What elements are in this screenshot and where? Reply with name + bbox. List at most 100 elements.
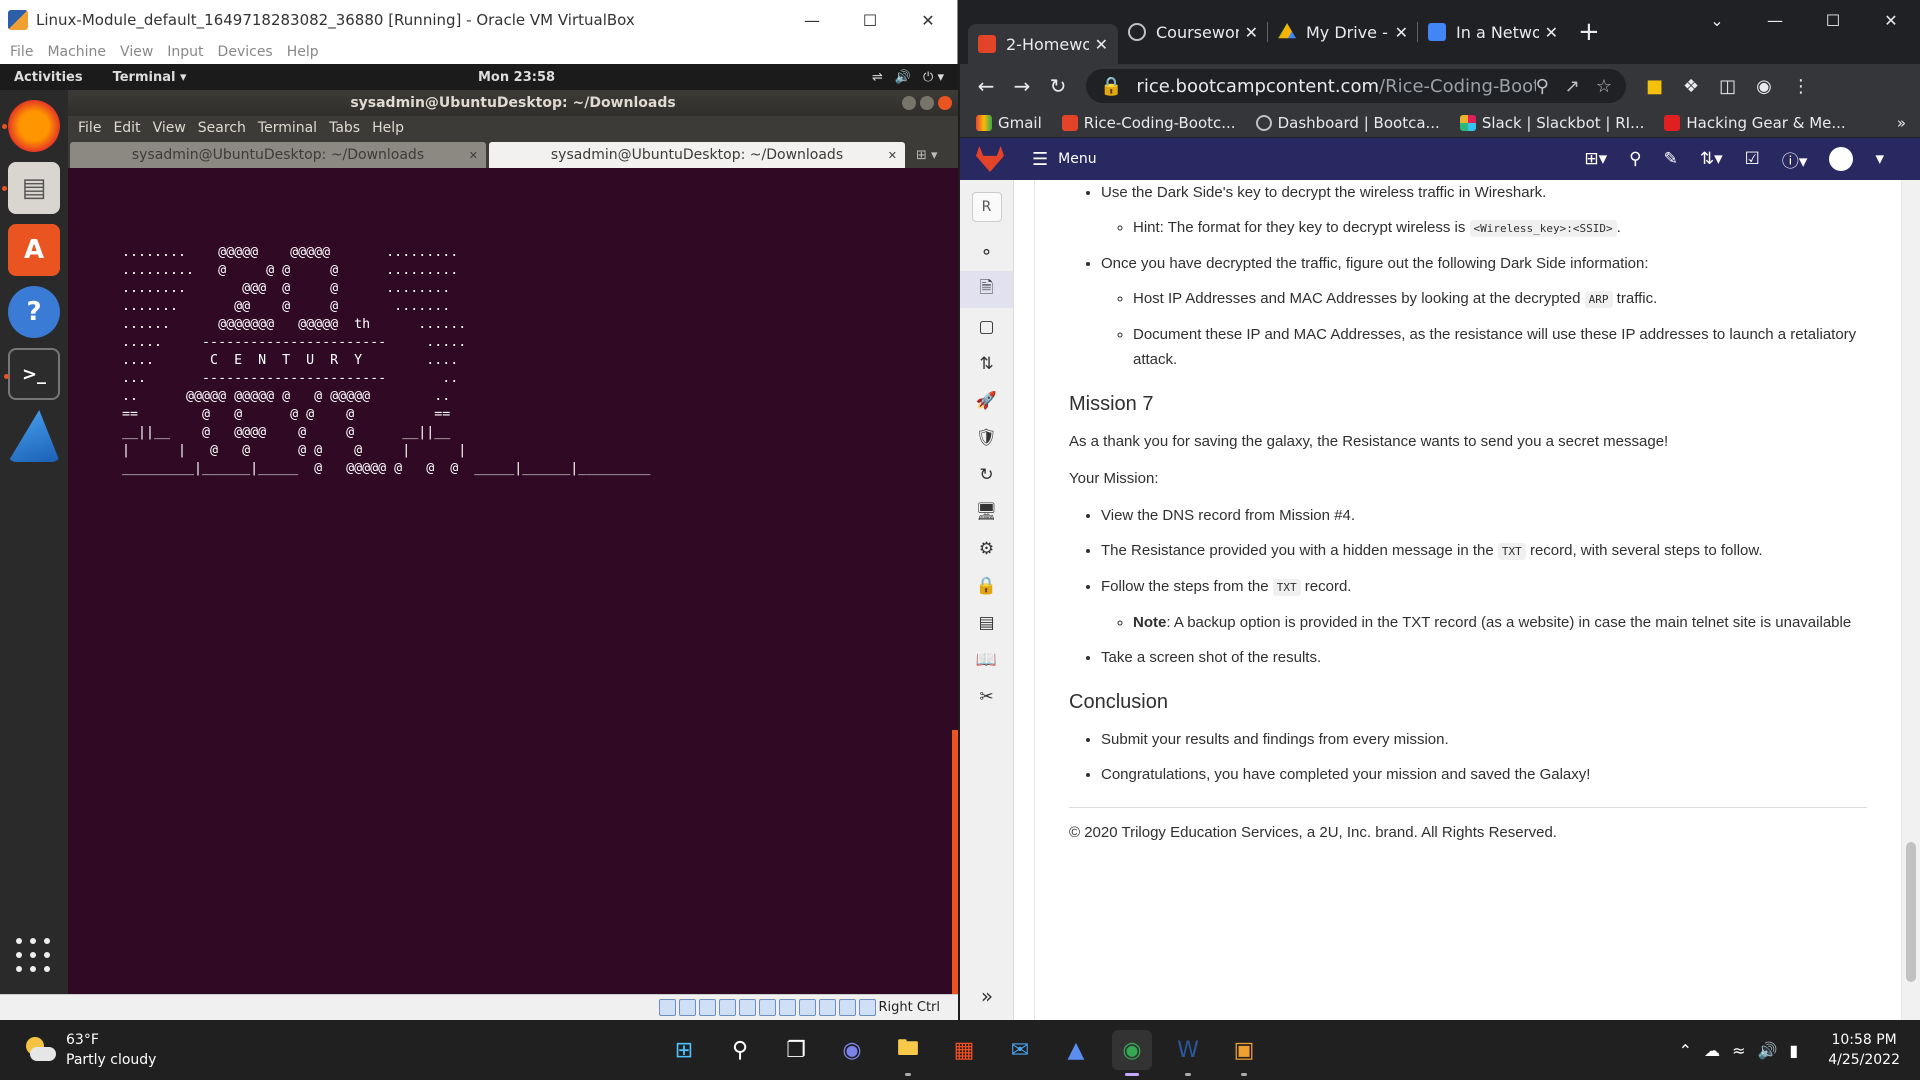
wifi-icon[interactable]: ≈ <box>1732 1041 1745 1060</box>
terminal-maximize-button[interactable] <box>920 96 934 110</box>
menu-view[interactable]: View <box>114 44 159 60</box>
activities-button[interactable]: Activities <box>0 70 97 85</box>
side-panel-icon[interactable]: ◫ <box>1719 76 1736 97</box>
task-view-icon[interactable]: ❐ <box>776 1030 816 1070</box>
browser-tab-active[interactable]: 2-Homewo ✕ <box>968 24 1118 64</box>
bookmark-slack[interactable]: Slack | Slackbot | RI... <box>1459 114 1644 132</box>
terminal-menu-view[interactable]: View <box>147 120 192 136</box>
gnome-system-tray[interactable]: ⇌ 🔊 ⏻ ▾ <box>872 70 944 85</box>
tab-search-icon[interactable]: ⌄ <box>1688 0 1746 40</box>
help-icon[interactable]: ? <box>8 286 60 338</box>
software-center-icon[interactable]: A <box>8 224 60 276</box>
terminal-icon[interactable]: >_ <box>4 348 60 400</box>
terminal-menu-search[interactable]: Search <box>192 120 252 136</box>
terminal-menu-tabs[interactable]: Tabs <box>323 120 366 136</box>
scrollbar-thumb[interactable] <box>1906 842 1916 982</box>
bookmark-gmail[interactable]: Gmail <box>976 114 1042 132</box>
file-explorer-icon[interactable]: 🖿 <box>888 1030 928 1076</box>
browser-tab[interactable]: In a Netwo ✕ <box>1418 12 1568 52</box>
help-icon[interactable]: ⓘ▾ <box>1782 147 1808 172</box>
show-hidden-icons-icon[interactable]: ⌃ <box>1679 1041 1692 1060</box>
files-icon[interactable]: ▤ <box>2 162 60 214</box>
hard-disk-icon[interactable] <box>658 999 676 1016</box>
terminal-tab-active[interactable]: sysadmin@UbuntuDesktop: ~/Downloads ✕ <box>489 142 905 168</box>
menu-devices[interactable]: Devices <box>212 44 279 60</box>
menu-input[interactable]: Input <box>161 44 209 60</box>
app-menu-terminal[interactable]: Terminal ▾ <box>97 70 203 85</box>
zoom-icon[interactable]: ⚲ <box>1536 76 1549 97</box>
terminal-menu-terminal[interactable]: Terminal <box>252 120 323 136</box>
issues-icon[interactable]: ✎ <box>1664 149 1678 169</box>
maximize-button[interactable]: ☐ <box>841 0 899 40</box>
new-tab-menu-icon[interactable]: ⊞ ▾ <box>916 148 938 163</box>
keyboard-capture-icon[interactable] <box>858 999 876 1016</box>
word-icon[interactable]: W <box>1168 1030 1208 1076</box>
firefox-icon[interactable] <box>2 100 60 152</box>
repository-icon[interactable]: 🗎 <box>960 271 1013 308</box>
chrome-menu-icon[interactable]: ⋮ <box>1792 76 1810 97</box>
gitlab-menu-button[interactable]: ☰ Menu <box>1032 149 1097 170</box>
terminal-minimize-button[interactable] <box>902 96 916 110</box>
wireshark-icon[interactable] <box>8 410 60 462</box>
puzzle-extensions-icon[interactable]: ❖ <box>1683 76 1699 97</box>
maximize-button[interactable]: ☐ <box>1804 0 1862 40</box>
weather-widget[interactable]: 63°F Partly cloudy <box>24 1030 156 1070</box>
volume-icon[interactable]: 🔊 <box>1757 1041 1777 1060</box>
close-tab-icon[interactable]: ✕ <box>1545 23 1558 42</box>
start-button[interactable]: ⊞ <box>664 1030 704 1070</box>
new-tab-button[interactable]: + <box>1578 17 1600 47</box>
teams-chat-icon[interactable]: ◉ <box>832 1030 872 1070</box>
video-capture-icon[interactable] <box>798 999 816 1016</box>
close-button[interactable]: ✕ <box>1862 0 1920 40</box>
close-tab-icon[interactable]: ✕ <box>469 149 478 162</box>
create-new-icon[interactable]: ⊞▾ <box>1584 149 1607 169</box>
merge-requests-icon[interactable]: ⇅ <box>960 345 1013 382</box>
analytics-icon[interactable]: ▤ <box>960 604 1013 641</box>
share-icon[interactable]: ↗ <box>1565 76 1580 97</box>
usb-icon[interactable] <box>738 999 756 1016</box>
taskbar-clock[interactable]: 10:58 PM 4/25/2022 <box>1828 1030 1900 1070</box>
browser-tab[interactable]: Coursewor ✕ <box>1118 12 1268 52</box>
chevron-down-icon[interactable]: ▾ <box>1875 149 1884 169</box>
terminal-output[interactable]: ........ @@@@@ @@@@@ ......... .........… <box>68 168 958 478</box>
network-adapter-icon[interactable] <box>718 999 736 1016</box>
chrome-icon[interactable]: ◉ <box>1112 1030 1152 1076</box>
microsoft-store-icon[interactable]: ▦ <box>944 1030 984 1070</box>
terminal-close-button[interactable] <box>938 96 952 110</box>
vpn-app-icon[interactable]: ▲ <box>1056 1030 1096 1070</box>
forward-button[interactable]: → <box>1004 74 1040 98</box>
monitor-icon[interactable]: 🖥 <box>960 493 1013 530</box>
snippets-icon[interactable]: ✂ <box>960 678 1013 715</box>
close-tab-icon[interactable]: ✕ <box>1395 23 1408 42</box>
project-info-icon[interactable]: ⚬ <box>960 234 1013 271</box>
project-avatar[interactable]: R <box>971 192 1002 222</box>
gnome-clock[interactable]: Mon 23:58 <box>478 70 555 85</box>
search-icon[interactable]: ⚲ <box>720 1030 760 1070</box>
terminal-menu-file[interactable]: File <box>72 120 107 136</box>
user-avatar[interactable] <box>1829 147 1854 171</box>
bookmark-hacking-gear[interactable]: Hacking Gear & Me... <box>1664 114 1846 132</box>
more-bookmarks-icon[interactable]: » <box>1897 114 1906 132</box>
close-tab-icon[interactable]: ✕ <box>888 149 897 162</box>
profile-avatar-icon[interactable]: ◉ <box>1756 76 1772 97</box>
terminal-menu-help[interactable]: Help <box>366 120 410 136</box>
deployments-icon[interactable]: ↻ <box>960 456 1013 493</box>
bookmark-star-icon[interactable]: ☆ <box>1596 76 1612 97</box>
issues-icon[interactable]: ▢ <box>960 308 1013 345</box>
terminal-menu-edit[interactable]: Edit <box>107 120 146 136</box>
gitlab-logo-icon[interactable] <box>976 146 1004 172</box>
menu-machine[interactable]: Machine <box>41 44 112 60</box>
ci-cd-icon[interactable]: 🚀 <box>960 382 1013 419</box>
lock-icon[interactable]: 🔒 <box>1100 76 1122 97</box>
minimize-button[interactable]: — <box>1746 0 1804 40</box>
infrastructure-icon[interactable]: ⚙ <box>960 530 1013 567</box>
bookmark-dashboard[interactable]: Dashboard | Bootca... <box>1255 114 1440 132</box>
minimize-button[interactable]: — <box>783 0 841 40</box>
close-button[interactable]: ✕ <box>899 0 957 40</box>
mouse-integration-icon[interactable] <box>838 999 856 1016</box>
todos-icon[interactable]: ☑ <box>1745 149 1760 169</box>
battery-icon[interactable]: ▮ <box>1789 1041 1798 1060</box>
terminal-tab[interactable]: sysadmin@UbuntuDesktop: ~/Downloads ✕ <box>70 142 486 168</box>
browser-tab[interactable]: My Drive - ✕ <box>1268 12 1418 52</box>
audio-icon[interactable] <box>698 999 716 1016</box>
